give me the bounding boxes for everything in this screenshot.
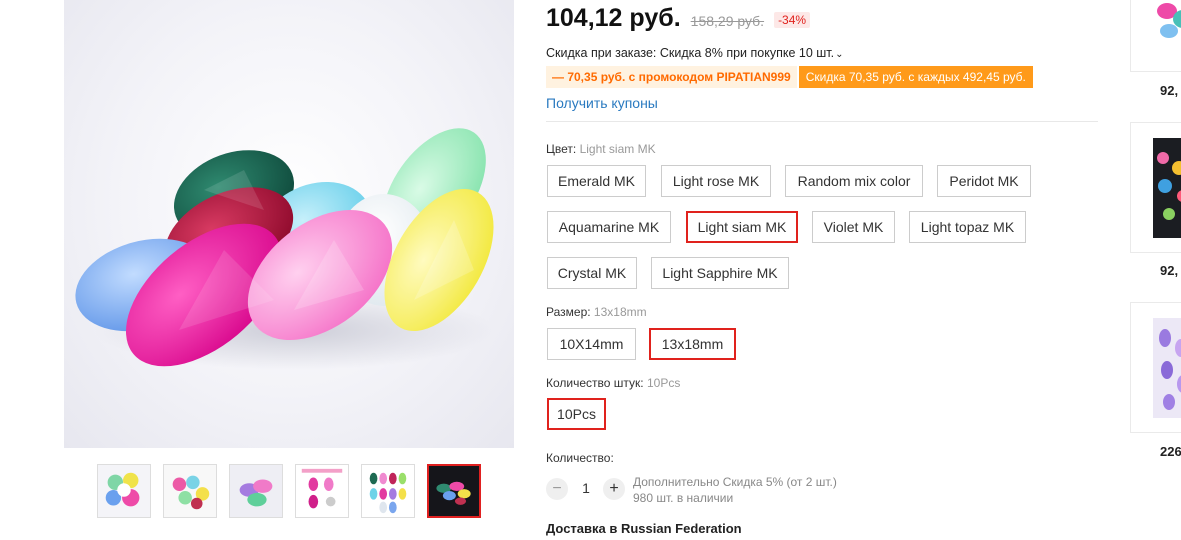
color-option-light-sapphire[interactable]: Light Sapphire MK	[651, 257, 789, 289]
color-option-violet[interactable]: Violet MK	[812, 211, 895, 243]
delivery-heading: Доставка в Russian Federation	[546, 521, 742, 536]
main-product-image[interactable]	[64, 0, 514, 448]
recommendation-image	[1153, 0, 1181, 49]
color-selected-value: Light siam MK	[579, 142, 656, 156]
thumbnail-strip	[97, 464, 481, 518]
discount-badge: -34%	[774, 12, 811, 28]
pack-label: Количество штук:	[546, 376, 644, 390]
size-label: Размер:	[546, 305, 591, 319]
color-option-crystal[interactable]: Crystal MK	[547, 257, 637, 289]
recommendation-card-1[interactable]	[1130, 0, 1181, 72]
color-label: Цвет:	[546, 142, 577, 156]
color-option-random-mix[interactable]: Random mix color	[785, 165, 923, 197]
divider	[546, 121, 1098, 122]
price-row: 104,12 руб. 158,29 руб. -34%	[546, 4, 811, 33]
quantity-label: Количество:	[546, 451, 614, 465]
quantity-minus-button[interactable]: −	[546, 478, 568, 500]
bulk-discount-text: Скидка при заказе: Скидка 8% при покупке…	[546, 46, 835, 60]
recommendation-image	[1153, 318, 1181, 418]
quantity-plus-button[interactable]: +	[603, 478, 625, 500]
size-option-10x14[interactable]: 10X14mm	[547, 328, 636, 360]
recommendation-image	[1153, 138, 1181, 238]
thumbnail-6-active[interactable]	[427, 464, 481, 518]
thumbnail-5[interactable]	[361, 464, 415, 518]
color-option-light-siam[interactable]: Light siam MK	[686, 211, 798, 243]
store-coupon-badge: Скидка 70,35 руб. с каждых 492,45 руб.	[798, 66, 1033, 88]
current-price: 104,12 руб.	[546, 4, 681, 32]
pack-property-label: Количество штук: 10Pcs	[546, 376, 680, 390]
bulk-discount-dropdown[interactable]: Скидка при заказе: Скидка 8% при покупке…	[546, 46, 844, 60]
promo-row: — 70,35 руб. с промокодом PIPATIAN999 Ск…	[546, 66, 1033, 88]
thumbnail-2[interactable]	[163, 464, 217, 518]
quantity-value[interactable]: 1	[574, 480, 598, 496]
size-selected-value: 13x18mm	[593, 305, 647, 319]
old-price: 158,29 руб.	[690, 13, 765, 29]
color-option-light-rose[interactable]: Light rose MK	[661, 165, 771, 197]
size-option-13x18[interactable]: 13x18mm	[649, 328, 736, 360]
pack-option-10pcs[interactable]: 10Pcs	[547, 398, 606, 430]
promo-code-badge: — 70,35 руб. с промокодом PIPATIAN999	[546, 66, 797, 88]
pack-selected-value: 10Pcs	[646, 376, 681, 390]
extra-discount-text: Дополнительно Скидка 5% (от 2 шт.)	[633, 475, 837, 489]
recommendation-price-1: 92,	[1160, 83, 1179, 98]
thumbnail-1[interactable]	[97, 464, 151, 518]
recommendation-card-2[interactable]	[1130, 122, 1181, 253]
color-option-aquamarine[interactable]: Aquamarine MK	[547, 211, 671, 243]
get-coupons-link[interactable]: Получить купоны	[546, 95, 658, 111]
thumbnail-4[interactable]	[295, 464, 349, 518]
color-option-emerald[interactable]: Emerald MK	[547, 165, 646, 197]
recommendation-card-3[interactable]	[1130, 302, 1181, 433]
chevron-down-icon: ⌄	[835, 49, 844, 60]
quantity-info: Дополнительно Скидка 5% (от 2 шт.) 980 ш…	[633, 474, 837, 506]
recommendation-price-2: 92,	[1160, 263, 1179, 278]
size-property-label: Размер: 13x18mm	[546, 305, 647, 319]
recommendation-price-3: 226	[1160, 444, 1181, 459]
color-option-light-topaz[interactable]: Light topaz MK	[909, 211, 1026, 243]
color-option-peridot[interactable]: Peridot MK	[937, 165, 1031, 197]
stock-text: 980 шт. в наличии	[633, 491, 734, 505]
thumbnail-3[interactable]	[229, 464, 283, 518]
color-property-label: Цвет: Light siam MK	[546, 142, 656, 156]
